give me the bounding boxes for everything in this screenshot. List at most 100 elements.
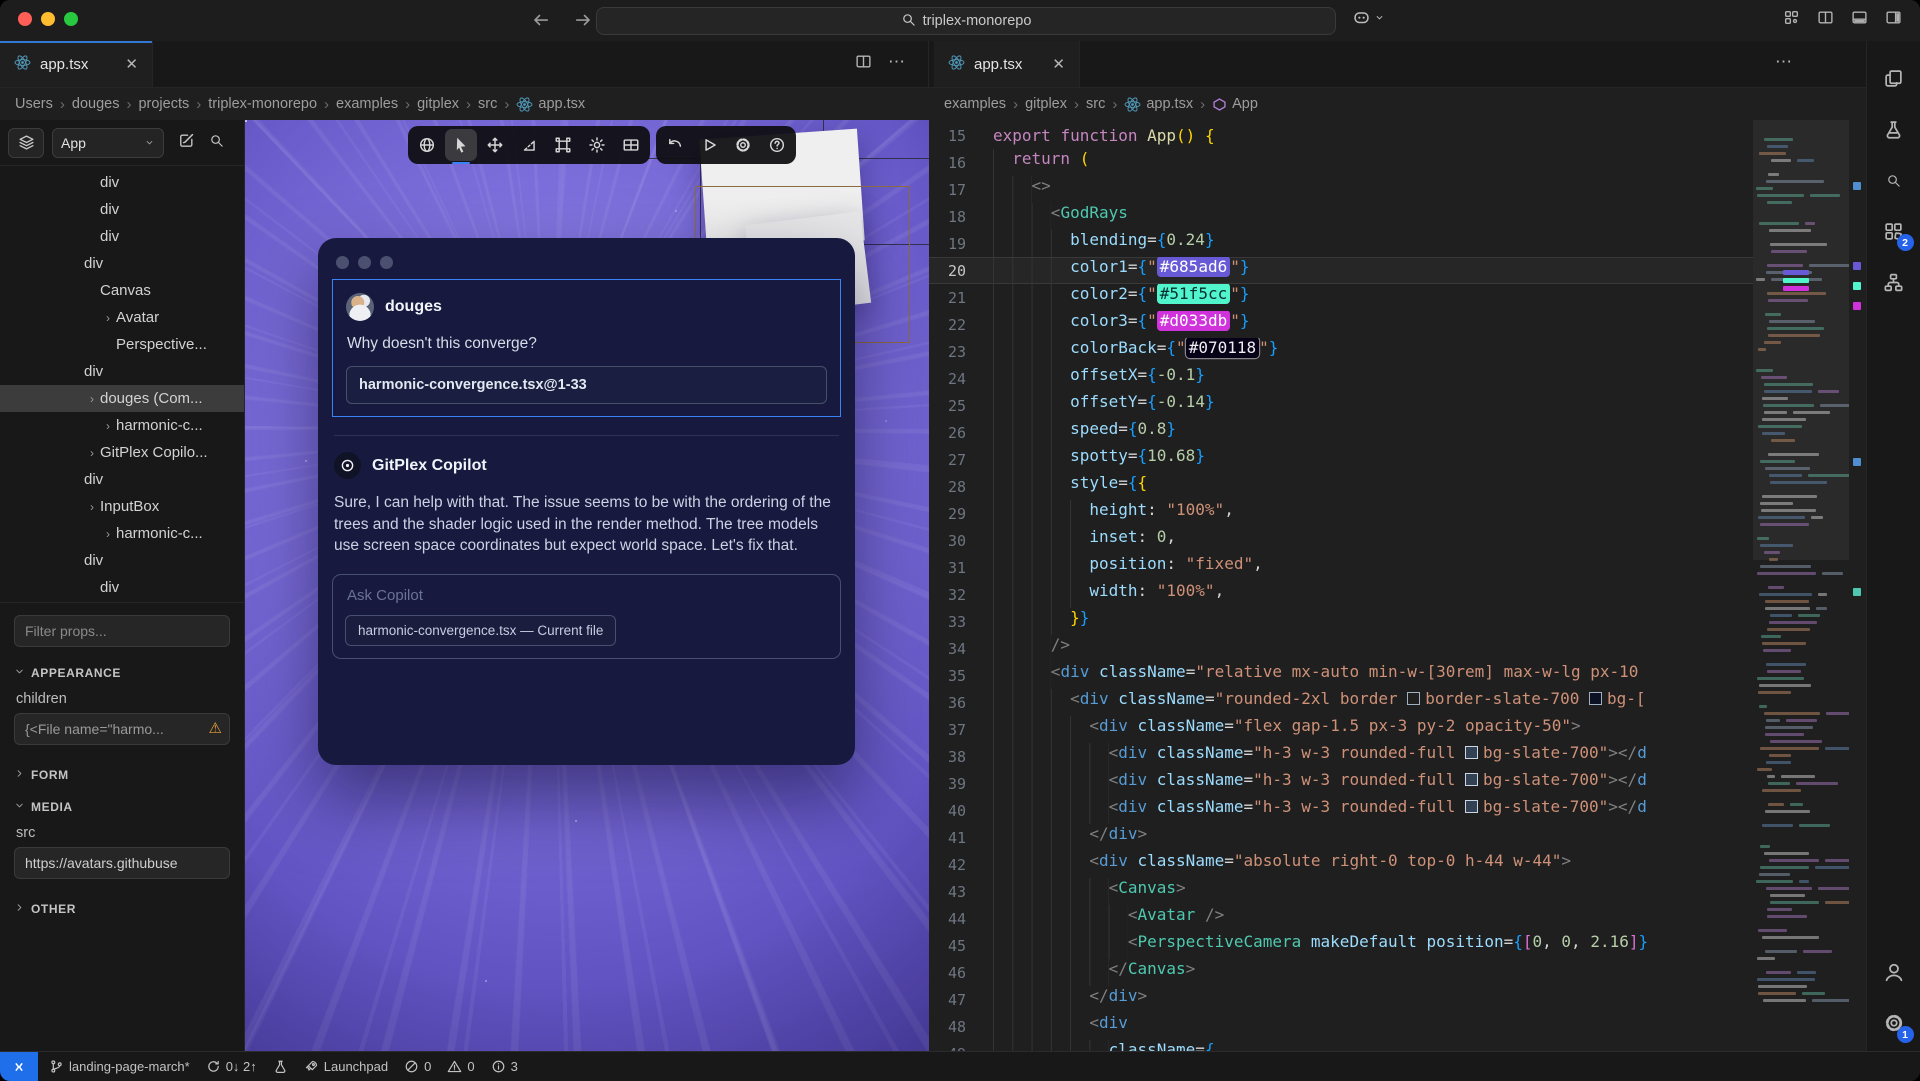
code-line-38[interactable]: 38<div className="h-3 w-3 rounded-full b…	[929, 743, 1753, 770]
panel-bottom-icon[interactable]	[1851, 9, 1868, 26]
breadcrumb-item[interactable]: projects	[138, 96, 189, 112]
extensions-button[interactable]: 2	[1872, 208, 1916, 254]
close-window-button[interactable]	[18, 12, 32, 26]
close-icon[interactable]: ✕	[125, 57, 138, 72]
globe-tool-button[interactable]	[411, 129, 443, 161]
hierarchy-button[interactable]	[1872, 259, 1916, 305]
color-value-chip[interactable]: #d033db	[1157, 311, 1230, 331]
minimap[interactable]	[1753, 120, 1849, 1051]
split-columns-icon[interactable]	[1817, 9, 1834, 26]
chevron-right-icon[interactable]: ›	[100, 419, 116, 433]
code-line-35[interactable]: 35<div className="relative mx-auto min-w…	[929, 662, 1753, 689]
forward-button[interactable]	[570, 7, 596, 33]
tree-item-div[interactable]: div	[0, 250, 244, 277]
undo-button[interactable]	[659, 129, 691, 161]
tree-item-div[interactable]: div	[0, 196, 244, 223]
grid-tool-button[interactable]	[615, 129, 647, 161]
current-file-chip[interactable]: harmonic-convergence.tsx — Current file	[345, 615, 616, 646]
ask-copilot-input[interactable]: Ask Copilot	[347, 587, 828, 604]
code-line-46[interactable]: 46</Canvas>	[929, 959, 1753, 986]
settings-button[interactable]	[727, 129, 759, 161]
chevron-right-icon[interactable]: ›	[100, 527, 116, 541]
section-other[interactable]: OTHER	[14, 893, 230, 925]
light-tool-button[interactable]	[581, 129, 613, 161]
account-button[interactable]	[1872, 949, 1916, 995]
chevron-right-icon[interactable]: ›	[84, 500, 100, 514]
code-line-31[interactable]: 31position: "fixed",	[929, 554, 1753, 581]
code-line-40[interactable]: 40<div className="h-3 w-3 rounded-full b…	[929, 797, 1753, 824]
tab-app-tsx-left[interactable]: app.tsx ✕	[0, 41, 153, 87]
status-sync[interactable]: 0↓ 2↑	[198, 1052, 265, 1081]
tree-item-div[interactable]: div	[0, 547, 244, 574]
ellipsis-icon[interactable]: ⋯	[1775, 53, 1794, 70]
code-line-30[interactable]: 30inset: 0,	[929, 527, 1753, 554]
copy-button[interactable]	[1872, 55, 1916, 101]
status-launchpad[interactable]: Launchpad	[296, 1052, 396, 1081]
status-remote[interactable]	[0, 1052, 38, 1081]
tree-item-inputbox[interactable]: ›InputBox	[0, 493, 244, 520]
code-line-45[interactable]: 45<PerspectiveCamera makeDefault positio…	[929, 932, 1753, 959]
code-line-15[interactable]: 15export function App() {	[929, 122, 1753, 149]
minimize-window-button[interactable]	[41, 12, 55, 26]
code-line-49[interactable]: 49className={	[929, 1040, 1753, 1051]
code-line-36[interactable]: 36<div className="rounded-2xl border bor…	[929, 689, 1753, 716]
code-line-34[interactable]: 34/>	[929, 635, 1753, 662]
breadcrumb-item[interactable]: app.tsx	[516, 96, 585, 113]
code-line-43[interactable]: 43<Canvas>	[929, 878, 1753, 905]
breadcrumb-item[interactable]: examples	[336, 96, 398, 112]
code-line-39[interactable]: 39<div className="h-3 w-3 rounded-full b…	[929, 770, 1753, 797]
code-line-24[interactable]: 24offsetX={-0.1}	[929, 365, 1753, 392]
rotate-tool-button[interactable]	[513, 129, 545, 161]
breadcrumb-item[interactable]: App	[1212, 96, 1258, 112]
breadcrumb-item[interactable]: src	[1086, 96, 1105, 112]
code-line-32[interactable]: 32width: "100%",	[929, 581, 1753, 608]
color-value-chip[interactable]: #51f5cc	[1157, 284, 1230, 304]
component-select[interactable]: App	[52, 128, 164, 158]
code-line-25[interactable]: 25offsetY={-0.14}	[929, 392, 1753, 419]
edit-icon[interactable]	[178, 132, 195, 154]
code-line-22[interactable]: 22color3={"#d033db"}	[929, 311, 1753, 338]
breadcrumb-item[interactable]: Users	[15, 96, 53, 112]
tree-item-gitplex-copilo[interactable]: ›GitPlex Copilo...	[0, 439, 244, 466]
help-button[interactable]	[761, 129, 793, 161]
search-icon[interactable]	[209, 133, 224, 153]
tree-item-harmonic-c[interactable]: ›harmonic-c...	[0, 412, 244, 439]
split-editor-icon[interactable]	[855, 53, 872, 70]
status-error[interactable]: 0	[396, 1052, 439, 1081]
status-beaker[interactable]	[265, 1052, 296, 1081]
children-input[interactable]	[14, 713, 230, 745]
breadcrumb-item[interactable]: triplex-monorepo	[208, 96, 317, 112]
code-line-44[interactable]: 44<Avatar />	[929, 905, 1753, 932]
tree-item-div[interactable]: div	[0, 574, 244, 601]
code-line-42[interactable]: 42<div className="absolute right-0 top-0…	[929, 851, 1753, 878]
gear-button[interactable]: 1	[1872, 1000, 1916, 1046]
filter-props-input[interactable]	[14, 615, 230, 647]
select-tool-button[interactable]	[445, 129, 477, 161]
code-line-47[interactable]: 47</div>	[929, 986, 1753, 1013]
tree-item-canvas[interactable]: Canvas	[0, 277, 244, 304]
code-line-48[interactable]: 48<div	[929, 1013, 1753, 1040]
code-line-29[interactable]: 29height: "100%",	[929, 500, 1753, 527]
scale-tool-button[interactable]	[547, 129, 579, 161]
color-value-chip[interactable]: #685ad6	[1157, 257, 1230, 277]
section-appearance[interactable]: APPEARANCE	[14, 657, 230, 689]
code-line-41[interactable]: 41</div>	[929, 824, 1753, 851]
ellipsis-icon[interactable]: ⋯	[888, 53, 907, 70]
back-button[interactable]	[528, 7, 554, 33]
breadcrumb-item[interactable]: douges	[72, 96, 120, 112]
code-line-23[interactable]: 23colorBack={"#070118"}	[929, 338, 1753, 365]
tree-item-harmonic-c[interactable]: ›harmonic-c...	[0, 520, 244, 547]
chevron-right-icon[interactable]: ›	[84, 392, 100, 406]
tree-item-avatar[interactable]: ›Avatar	[0, 304, 244, 331]
tree-item-div[interactable]: div	[0, 358, 244, 385]
section-form[interactable]: FORM	[14, 759, 230, 791]
status-warning[interactable]: 0	[439, 1052, 482, 1081]
code-line-20[interactable]: 20color1={"#685ad6"}	[929, 257, 1753, 284]
color-value-chip[interactable]: #070118	[1186, 338, 1259, 358]
tree-item-perspective[interactable]: Perspective...	[0, 331, 244, 358]
scene-viewport[interactable]: douges Why doesn't this converge? harmon…	[245, 120, 929, 1051]
code-editor[interactable]: 15export function App() {16return (17<>1…	[929, 120, 1866, 1051]
code-line-27[interactable]: 27spotty={10.68}	[929, 446, 1753, 473]
breadcrumb-item[interactable]: gitplex	[417, 96, 459, 112]
play-button[interactable]	[693, 129, 725, 161]
